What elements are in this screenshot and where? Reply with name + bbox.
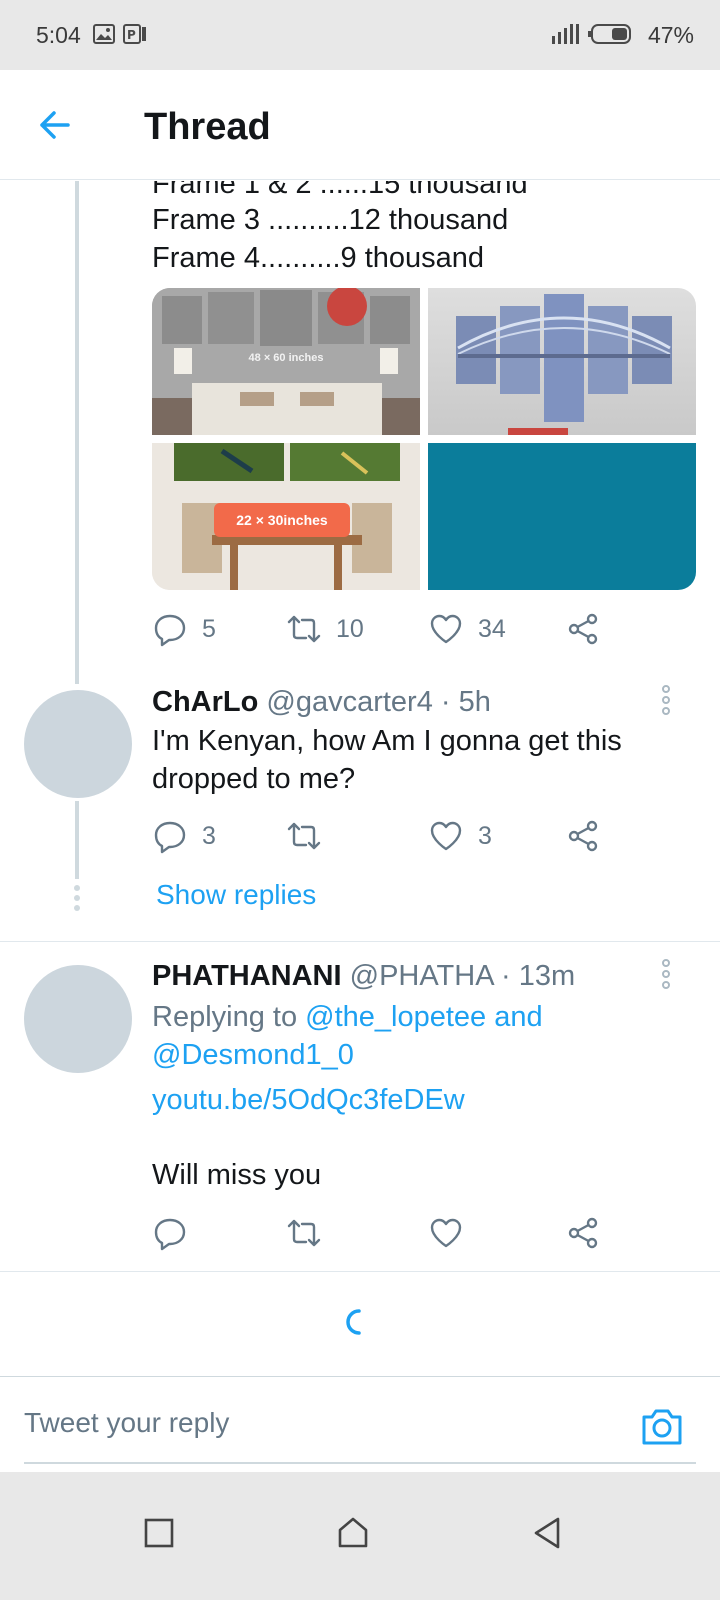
mention-link[interactable]: @the_lopetee and: [305, 1001, 542, 1033]
like-button[interactable]: 3: [428, 816, 492, 856]
tweet-text-line: dropped to me?: [152, 763, 356, 795]
more-options-button[interactable]: [656, 685, 676, 721]
author-handle[interactable]: @gavcarter4: [266, 686, 432, 718]
recents-button[interactable]: [134, 1508, 184, 1558]
thread-header: Thread: [0, 70, 720, 180]
tweet-actions: 3 3: [152, 816, 622, 856]
heart-icon: [430, 614, 462, 644]
retweet-button[interactable]: [286, 1213, 322, 1253]
reply-button[interactable]: 3: [152, 816, 216, 856]
thread-dots: [74, 885, 80, 915]
media-grid: 48 × 60 inches 22 × 30inches: [152, 288, 696, 590]
status-time: 5:04: [36, 22, 81, 48]
recents-square-icon: [144, 1518, 174, 1548]
reply-input[interactable]: Tweet your reply: [24, 1407, 229, 1439]
gallery-icon: [92, 22, 116, 51]
like-button[interactable]: [428, 1213, 464, 1253]
camera-icon: [642, 1409, 682, 1445]
home-button[interactable]: [328, 1508, 378, 1558]
media-image[interactable]: [428, 288, 696, 435]
loading-spinner-icon: [346, 1309, 361, 1335]
tweet-text-line: Frame 4..........9 thousand: [152, 242, 485, 274]
parking-icon: P: [122, 22, 148, 51]
avatar[interactable]: [24, 965, 132, 1073]
tweet-actions: 5 10 34: [152, 609, 622, 649]
thread-line: [75, 801, 79, 879]
reply-icon: [154, 614, 186, 647]
svg-text:P: P: [127, 28, 136, 42]
like-button[interactable]: 34: [428, 609, 506, 649]
reply-icon: [154, 1218, 186, 1251]
replying-prefix: Replying to: [152, 1001, 306, 1033]
media-image[interactable]: 48 × 60 inches: [152, 288, 420, 435]
url-link[interactable]: youtu.be/5OdQc3feDEw: [152, 1081, 465, 1119]
status-bar: 5:04 P 47%: [0, 0, 720, 70]
share-icon: [568, 613, 598, 645]
reply-count: 3: [202, 821, 216, 850]
share-button[interactable]: [566, 816, 602, 856]
heart-icon: [430, 821, 462, 851]
like-count: 3: [478, 821, 492, 850]
tweet-text-line: Frame 3 ..........12 thousand: [152, 204, 509, 236]
retweet-button[interactable]: 10: [286, 609, 364, 649]
media-image[interactable]: [428, 443, 696, 590]
reply-button[interactable]: [152, 1213, 188, 1253]
share-button[interactable]: [566, 609, 602, 649]
arrow-left-icon: [40, 111, 70, 139]
reply-composer: Tweet your reply: [0, 1376, 720, 1472]
show-replies-link[interactable]: Show replies: [156, 879, 316, 911]
media-size-label: 48 × 60 inches: [248, 352, 324, 364]
tweet-actions: [152, 1213, 622, 1253]
media-image[interactable]: 22 × 30inches: [152, 443, 420, 590]
tweet-author: PHATHANANI @PHATHA · 13m: [152, 958, 575, 994]
reply-icon: [154, 821, 186, 854]
divider: [0, 941, 720, 942]
tweet-text-line: Frame 1 & 2 ......15 thousand: [152, 181, 528, 200]
thread-line: [75, 181, 79, 684]
mention-link[interactable]: @Desmond1_0: [152, 1036, 354, 1074]
tweet-text-line: I'm Kenyan, how Am I gonna get this: [152, 725, 622, 757]
separator-dot: ·: [501, 960, 519, 992]
heart-icon: [430, 1218, 462, 1248]
share-button[interactable]: [566, 1213, 602, 1253]
thread-scroll[interactable]: Frame 1 & 2 ......15 thousand Frame 3 ..…: [0, 181, 720, 1376]
retweet-count: 10: [336, 614, 364, 643]
retweet-button[interactable]: [286, 816, 322, 856]
like-count: 34: [478, 614, 506, 643]
avatar[interactable]: [24, 690, 132, 798]
back-nav-button[interactable]: [522, 1508, 572, 1558]
back-button[interactable]: [30, 100, 80, 150]
author-name[interactable]: PHATHANANI: [152, 960, 342, 992]
battery-percent: 47%: [647, 22, 694, 48]
retweet-icon: [287, 615, 321, 643]
replying-to: Replying to @the_lopetee and: [152, 998, 543, 1036]
tweet-author: ChArLo @gavcarter4 · 5h: [152, 684, 491, 720]
retweet-icon: [287, 822, 321, 850]
retweet-icon: [287, 1219, 321, 1247]
signal-icon: [550, 22, 580, 51]
share-icon: [568, 820, 598, 852]
separator-dot: ·: [440, 686, 459, 718]
divider: [0, 1271, 720, 1272]
tweet-time: 13m: [518, 960, 576, 992]
tweet-time: 5h: [458, 686, 491, 718]
page-title: Thread: [144, 106, 271, 148]
system-nav-bar: [0, 1472, 720, 1600]
author-name[interactable]: ChArLo: [152, 686, 258, 718]
home-icon: [338, 1517, 368, 1548]
author-handle[interactable]: @PHATHA: [350, 960, 493, 992]
battery-icon: [588, 22, 634, 51]
share-icon: [568, 1217, 598, 1249]
reply-count: 5: [202, 614, 216, 643]
reply-button[interactable]: 5: [152, 609, 216, 649]
more-options-button[interactable]: [656, 959, 676, 995]
camera-button[interactable]: [640, 1405, 684, 1447]
media-size-label: 22 × 30inches: [214, 503, 350, 537]
input-underline: [24, 1462, 696, 1464]
back-triangle-icon: [534, 1517, 560, 1549]
tweet-text-line: Will miss you: [152, 1159, 322, 1191]
